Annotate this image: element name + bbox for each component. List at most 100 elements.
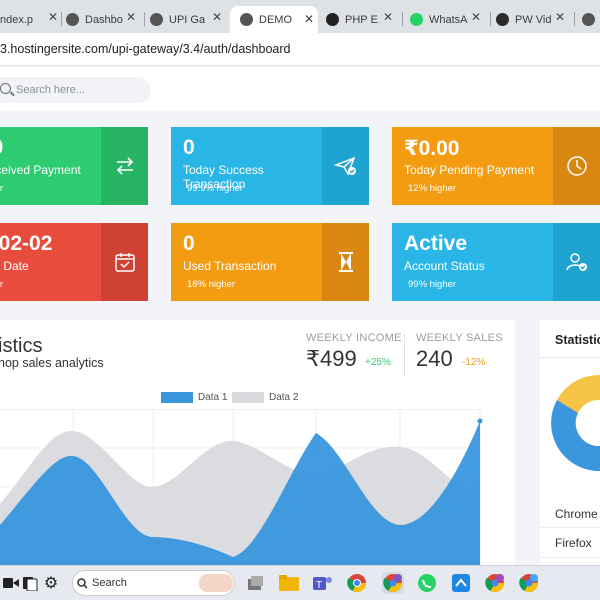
stats-subtitle: hop sales analytics xyxy=(0,356,104,370)
legend-swatch xyxy=(161,392,193,403)
globe-icon xyxy=(150,13,163,26)
weekly-income-label: WEEKLY INCOME xyxy=(306,332,402,344)
data-point xyxy=(477,418,483,424)
svg-text:T: T xyxy=(316,580,322,591)
stat-card-label: pire Date xyxy=(0,259,29,273)
paper-plane-check-icon xyxy=(322,127,369,205)
tab-title: Dashbo xyxy=(85,13,123,26)
close-icon[interactable]: ✕ xyxy=(48,10,58,24)
taskbar-search-label: Search xyxy=(92,577,127,589)
stat-card-label: Account Status xyxy=(404,259,485,273)
stat-card-change: gher xyxy=(0,183,4,194)
stat-card-value: ₹0.00 xyxy=(404,137,460,160)
stat-card-change: 18% higher xyxy=(187,279,236,290)
close-icon[interactable]: ✕ xyxy=(126,10,136,24)
close-icon[interactable]: ✕ xyxy=(471,10,481,24)
chrome-profile-icon[interactable] xyxy=(382,572,404,594)
stat-card-body: Active Account Status 99% higher xyxy=(392,223,544,301)
browser-tab[interactable]: WhatsA xyxy=(410,6,468,33)
statistics-panel: istics hop sales analytics WEEKLY INCOME… xyxy=(0,320,515,565)
close-icon[interactable]: ✕ xyxy=(212,10,222,24)
stat-card-value: 0 xyxy=(183,232,195,255)
browser-item-chrome: Chrome xyxy=(555,507,598,521)
globe-icon xyxy=(240,13,253,26)
chrome-icon[interactable] xyxy=(518,572,540,594)
area-chart xyxy=(0,409,483,565)
stat-card[interactable]: 00 Received Payment gher xyxy=(0,127,148,205)
globe-icon xyxy=(66,13,79,26)
stat-card-label: Today Pending Payment xyxy=(404,163,535,177)
search-input[interactable]: Search here... xyxy=(0,77,151,103)
search-icon xyxy=(77,578,88,589)
legend-label: Data 1 xyxy=(198,392,228,403)
chrome-icon[interactable] xyxy=(346,572,368,594)
tab-title: DEMO xyxy=(259,13,292,26)
stat-card-body: 00 Received Payment gher xyxy=(0,127,101,205)
legend-swatch xyxy=(232,392,264,403)
whatsapp-icon xyxy=(410,13,423,26)
stat-card-change: gher xyxy=(0,279,4,290)
legend-item-data2[interactable]: Data 2 xyxy=(232,392,298,403)
tab-title: UPI Gat xyxy=(169,13,205,26)
address-bar[interactable]: 3.hostingersite.com/upi-gateway/3.4/auth… xyxy=(0,33,600,66)
stat-card-body: ₹0.00 Today Pending Payment 12% higher xyxy=(392,127,544,205)
task-view-icon[interactable] xyxy=(19,572,41,594)
search-icon xyxy=(0,83,11,94)
tab-title: ndex.p xyxy=(0,13,34,26)
stat-card-body: 0 Today Success Transaction 99.9% higher xyxy=(171,127,322,205)
hourglass-icon xyxy=(322,223,369,301)
weekly-income-value: ₹499 xyxy=(306,346,357,371)
chrome-icon[interactable] xyxy=(484,572,506,594)
globe-icon[interactable] xyxy=(582,13,595,26)
windows-taskbar: ⚙ Search T xyxy=(0,565,600,600)
stat-card-value: 00 xyxy=(0,136,3,160)
whatsapp-icon[interactable] xyxy=(416,572,438,594)
dashboard-page: Search here... 00Received Paymentgher0To… xyxy=(0,67,600,565)
stat-card-value: 4-02-02 xyxy=(0,232,53,255)
browser-tab[interactable]: UPI Gat xyxy=(150,6,205,33)
browser-tab[interactable]: PW Vid xyxy=(496,6,551,33)
stat-card[interactable]: 4-02-02 pire Date gher xyxy=(0,223,148,301)
stat-card-change: 99.9% higher xyxy=(187,183,243,194)
legend-label: Data 2 xyxy=(269,392,299,403)
stat-card-label: Received Payment xyxy=(0,163,81,177)
taskbar-search[interactable]: Search xyxy=(72,570,235,596)
folder-icon[interactable] xyxy=(278,572,300,594)
weekly-sales-value: 240 xyxy=(416,346,453,371)
search-placeholder: Search here... xyxy=(16,84,86,96)
search-highlight-icon xyxy=(199,574,233,592)
browser-tab-active[interactable]: DEMO ✕ xyxy=(230,6,318,33)
weekly-sales-change: -12% xyxy=(462,357,486,368)
browser-statistics-panel: Statistic Chrome Firefox xyxy=(540,320,600,565)
stat-card[interactable]: 0 Used Transaction 18% higher xyxy=(171,223,369,301)
close-icon[interactable]: ✕ xyxy=(555,10,565,24)
weekly-income-change: +25% xyxy=(365,357,391,368)
weekly-sales-label: WEEKLY SALES xyxy=(416,332,503,344)
stat-card[interactable]: 0 Today Success Transaction 99.9% higher xyxy=(171,127,369,205)
stat-card[interactable]: Active Account Status 99% higher xyxy=(392,223,600,301)
browser-tab-strip: ndex.p ✕ Dashbo ✕ UPI Gat ✕ DEMO ✕ PHP E… xyxy=(0,0,600,33)
tab-title: PW Vid xyxy=(515,13,551,26)
user-check-icon xyxy=(553,223,600,301)
top-navbar: Search here... xyxy=(0,67,600,111)
stat-card-body: 4-02-02 pire Date gher xyxy=(0,223,101,301)
app-icon[interactable] xyxy=(450,572,472,594)
stat-card-label: Used Transaction xyxy=(183,259,277,273)
arrows-exchange-icon xyxy=(101,127,148,205)
close-icon[interactable]: ✕ xyxy=(383,10,393,24)
browser-tab[interactable]: PHP Err xyxy=(326,6,378,33)
stat-card-change: 99% higher xyxy=(408,279,457,290)
url-text[interactable]: 3.hostingersite.com/upi-gateway/3.4/auth… xyxy=(0,42,290,56)
tab-title: PHP Err xyxy=(345,13,378,26)
stat-card-value: 0 xyxy=(183,136,195,159)
teams-icon[interactable]: T xyxy=(312,572,334,594)
window-icon[interactable] xyxy=(244,572,266,594)
stat-card-value: Active xyxy=(404,232,468,255)
browser-tab[interactable]: ndex.p xyxy=(0,6,48,33)
stat-card[interactable]: ₹0.00 Today Pending Payment 12% higher xyxy=(392,127,600,205)
chatgpt-icon xyxy=(326,13,339,26)
browser-tab[interactable]: Dashbo xyxy=(66,6,126,33)
close-icon[interactable]: ✕ xyxy=(304,12,314,26)
legend-item-data1[interactable]: Data 1 xyxy=(161,392,227,403)
gear-icon[interactable]: ⚙ xyxy=(40,572,62,594)
